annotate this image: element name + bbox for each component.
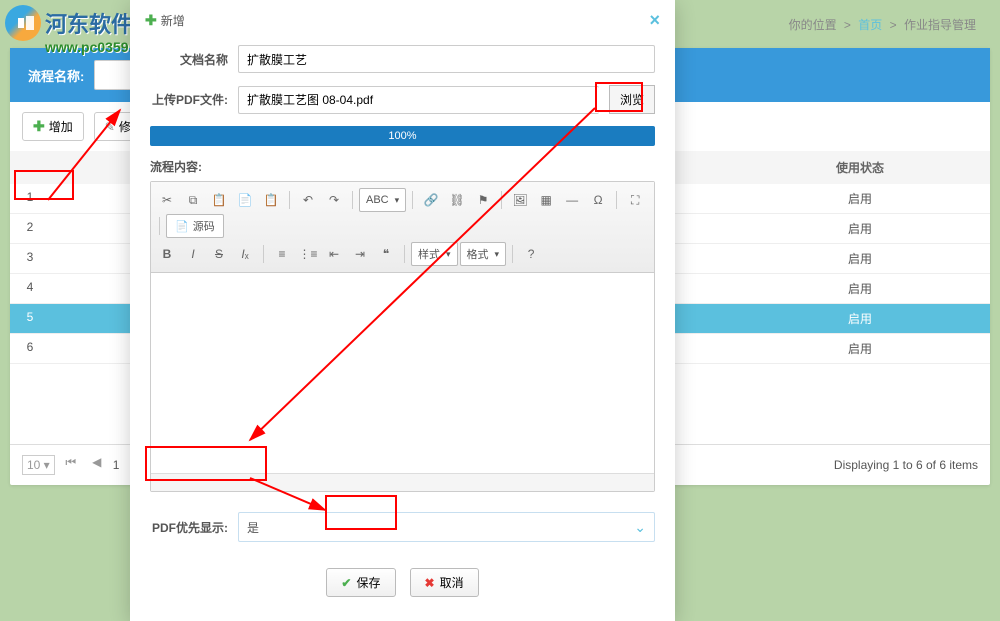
upload-label: 上传PDF文件: <box>150 91 228 108</box>
upload-input[interactable] <box>238 86 599 114</box>
cut-icon[interactable]: ✂ <box>155 188 179 212</box>
pager-prev[interactable]: ◀ <box>87 455 107 475</box>
editor-body[interactable] <box>151 273 654 473</box>
check-icon: ✔ <box>341 576 351 590</box>
pdf-priority-select[interactable]: 是 <box>238 512 655 542</box>
breadcrumb-current: 作业指导管理 <box>904 18 976 32</box>
pager-info: Displaying 1 to 6 of 6 items <box>834 458 978 472</box>
editor-status <box>151 473 654 491</box>
rich-text-editor: ✂ ⧉ 📋 📄 📋 ↶ ↷ ABC 🔗 ⛓ ⚑ 🖼 ▦ <box>150 181 655 492</box>
bold-icon[interactable]: B <box>155 242 179 266</box>
format-combo[interactable]: 格式 <box>460 242 507 266</box>
help-icon[interactable]: ? <box>519 242 543 266</box>
italic-icon[interactable]: I <box>181 242 205 266</box>
redo-icon[interactable]: ↷ <box>322 188 346 212</box>
browse-button[interactable]: 浏览 <box>609 85 655 114</box>
plus-icon: ✚ <box>33 118 45 135</box>
bullet-list-icon[interactable]: ⋮≡ <box>296 242 320 266</box>
indent-icon[interactable]: ⇥ <box>348 242 372 266</box>
source-button[interactable]: 📄 源码 <box>166 214 224 238</box>
spellcheck-combo[interactable]: ABC <box>359 188 406 212</box>
blockquote-icon[interactable]: ❝ <box>374 242 398 266</box>
breadcrumb: 你的位置 > 首页 > 作业指导管理 <box>785 16 980 33</box>
add-modal: ✚ 新增 × 文档名称 上传PDF文件: 浏览 100% 流程内容: ✂ ⧉ 📋… <box>130 0 675 621</box>
styles-combo[interactable]: 样式 <box>411 242 458 266</box>
content-label: 流程内容: <box>150 158 655 175</box>
pager-first[interactable]: ⏮ <box>61 455 81 475</box>
plus-icon: ✚ <box>145 12 157 29</box>
page-size-select[interactable]: 10 ▾ <box>22 455 55 475</box>
paste-icon[interactable]: 📋 <box>207 188 231 212</box>
table-icon[interactable]: ▦ <box>534 188 558 212</box>
filter-label: 流程名称: <box>28 66 84 85</box>
watermark-logo-icon <box>5 5 41 41</box>
special-char-icon[interactable]: Ω <box>586 188 610 212</box>
remove-format-icon[interactable]: Iₓ <box>233 242 257 266</box>
maximize-icon[interactable]: ⛶ <box>623 188 647 212</box>
name-label: 文档名称 <box>150 51 228 68</box>
save-button[interactable]: ✔ 保存 <box>326 568 395 597</box>
editor-toolbar: ✂ ⧉ 📋 📄 📋 ↶ ↷ ABC 🔗 ⛓ ⚑ 🖼 ▦ <box>151 182 654 273</box>
name-input[interactable] <box>238 45 655 73</box>
pencil-icon: ✎ <box>105 120 115 134</box>
numbered-list-icon[interactable]: ≡ <box>270 242 294 266</box>
copy-icon[interactable]: ⧉ <box>181 188 205 212</box>
add-button[interactable]: ✚ 增加 <box>22 112 84 141</box>
progress-bar: 100% <box>150 126 655 146</box>
hr-icon[interactable]: ― <box>560 188 584 212</box>
paste-word-icon[interactable]: 📋 <box>259 188 283 212</box>
col-header-status: 使用状态 <box>730 159 990 176</box>
outdent-icon[interactable]: ⇤ <box>322 242 346 266</box>
unlink-icon[interactable]: ⛓ <box>445 188 469 212</box>
modal-title: ✚ 新增 <box>145 12 185 29</box>
breadcrumb-home[interactable]: 首页 <box>858 18 882 32</box>
cancel-button[interactable]: ✖ 取消 <box>410 568 479 597</box>
undo-icon[interactable]: ↶ <box>296 188 320 212</box>
anchor-icon[interactable]: ⚑ <box>471 188 495 212</box>
cross-icon: ✖ <box>425 576 435 590</box>
link-icon[interactable]: 🔗 <box>419 188 443 212</box>
close-icon[interactable]: × <box>649 10 660 31</box>
pdf-priority-label: PDF优先显示: <box>150 519 228 536</box>
paste-text-icon[interactable]: 📄 <box>233 188 257 212</box>
image-icon[interactable]: 🖼 <box>508 188 532 212</box>
strike-icon[interactable]: S <box>207 242 231 266</box>
